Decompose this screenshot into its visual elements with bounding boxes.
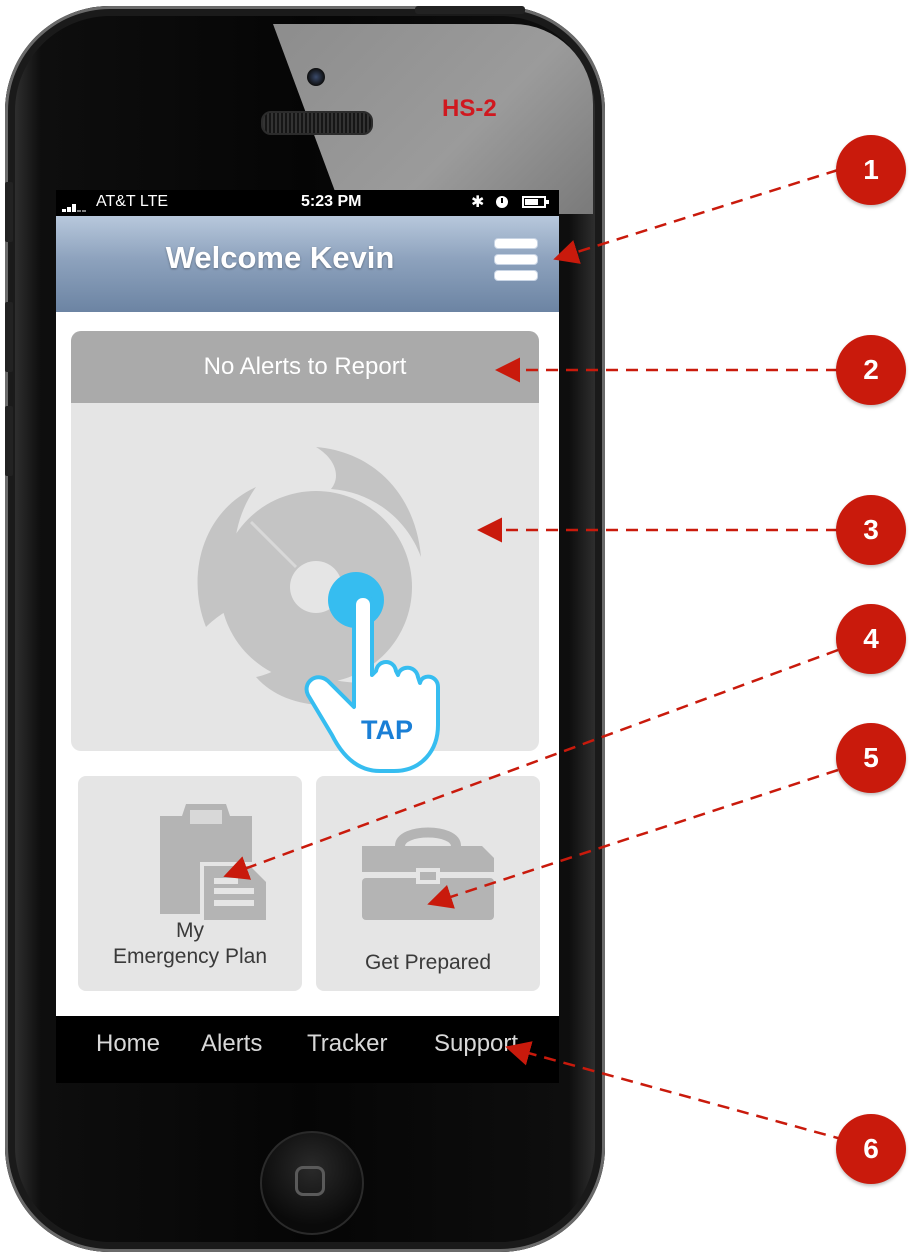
callout-2: 2	[836, 335, 906, 405]
tab-tracker[interactable]: Tracker	[307, 1030, 387, 1058]
get-prepared-tile[interactable]: Get Prepared	[316, 776, 540, 991]
callout-6: 6	[836, 1114, 906, 1184]
tab-home[interactable]: Home	[96, 1030, 160, 1058]
toolbox-icon	[362, 827, 494, 920]
front-camera	[307, 68, 325, 86]
page-title: Welcome Kevin	[165, 240, 395, 275]
home-square-icon	[295, 1166, 325, 1196]
carrier-label: AT&T LTE	[96, 193, 169, 210]
screen-id-label: HS-2	[442, 95, 497, 122]
alerts-status: No Alerts to Report	[71, 331, 539, 403]
clock-time: 5:23 PM	[301, 193, 362, 210]
signal-icon	[62, 204, 88, 212]
callout-3: 3	[836, 495, 906, 565]
emergency-plan-label: My Emergency Plan	[78, 918, 302, 970]
mute-switch	[5, 182, 13, 242]
callout-1: 1	[836, 135, 906, 205]
alarm-icon	[496, 196, 508, 208]
hamburger-menu-icon[interactable]	[494, 238, 538, 282]
power-button	[415, 6, 525, 14]
battery-icon	[522, 196, 549, 208]
tap-label: TAP	[361, 715, 413, 745]
battery-level	[525, 199, 538, 205]
emergency-plan-label-line1: My	[176, 919, 204, 942]
tab-bar: Home Alerts Tracker Support	[56, 1016, 559, 1083]
tab-support[interactable]: Support	[434, 1030, 518, 1058]
tab-alerts[interactable]: Alerts	[201, 1030, 262, 1058]
callout-4: 4	[836, 604, 906, 674]
app-screen: AT&T LTE 5:23 PM ✱ Welcome Kevin No Aler…	[56, 190, 559, 1083]
home-button[interactable]	[260, 1131, 364, 1235]
earpiece-speaker	[261, 111, 373, 135]
bluetooth-icon: ✱	[471, 194, 485, 211]
clipboard-document-icon	[160, 804, 270, 924]
header-bar: Welcome Kevin	[56, 216, 559, 312]
emergency-plan-label-line2: Emergency Plan	[112, 945, 268, 968]
volume-down-button	[5, 406, 13, 476]
volume-up-button	[5, 302, 13, 372]
get-prepared-label: Get Prepared	[364, 951, 492, 974]
emergency-plan-tile[interactable]: My Emergency Plan	[78, 776, 302, 991]
status-bar: AT&T LTE 5:23 PM ✱	[56, 190, 559, 216]
callout-5: 5	[836, 723, 906, 793]
